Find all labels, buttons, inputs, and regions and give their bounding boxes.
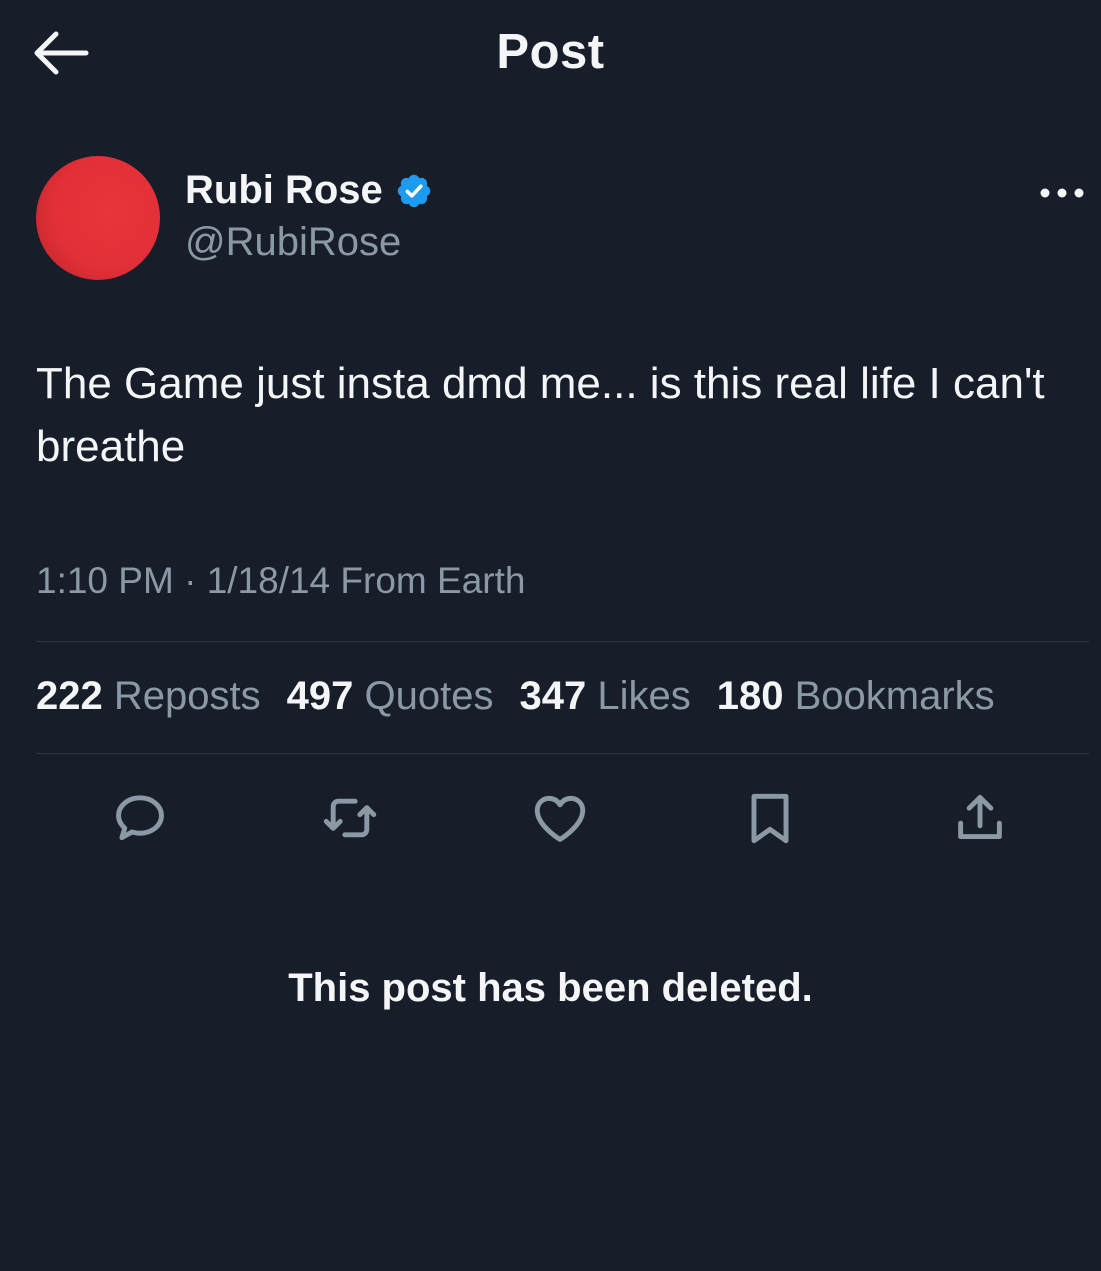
reposts-count: 222 <box>36 674 103 718</box>
deleted-notice: This post has been deleted. <box>288 966 813 1010</box>
bookmarks-label: Bookmarks <box>794 674 995 718</box>
like-button[interactable] <box>528 786 592 850</box>
meta-separator: · <box>184 560 197 601</box>
heart-icon <box>534 795 586 842</box>
quotes-label: Quotes <box>364 674 494 718</box>
bookmarks-count: 180 <box>716 674 784 718</box>
post-metadata: 1:10 PM · 1/18/14 From Earth <box>36 560 525 602</box>
reposts-label: Reposts <box>113 674 261 718</box>
quotes-stat[interactable]: 497 Quotes <box>287 674 494 719</box>
post-source: From Earth <box>340 560 526 601</box>
author-name-label: Rubi Rose <box>185 168 383 212</box>
share-button[interactable] <box>948 786 1012 850</box>
repost-button[interactable] <box>318 786 382 850</box>
reply-icon <box>116 795 164 841</box>
bookmark-icon <box>751 793 789 844</box>
more-options-button[interactable] <box>1036 178 1088 208</box>
author-handle[interactable]: @RubiRose <box>185 220 401 265</box>
avatar[interactable] <box>36 156 160 280</box>
top-bar: Post <box>0 0 1101 110</box>
post-date[interactable]: 1/18/14 <box>207 560 330 601</box>
likes-count: 347 <box>519 674 587 718</box>
likes-stat[interactable]: 347 Likes <box>519 674 690 719</box>
post-page: Post Rubi Rose @RubiRose The Game just i… <box>0 0 1101 1271</box>
repost-icon <box>323 798 377 838</box>
reply-button[interactable] <box>108 786 172 850</box>
verified-badge-icon <box>397 174 431 207</box>
share-icon <box>958 794 1002 840</box>
more-dots-icon <box>1040 188 1084 198</box>
page-title: Post <box>496 25 605 79</box>
author-name[interactable]: Rubi Rose <box>185 168 433 213</box>
divider <box>36 753 1089 754</box>
post-time[interactable]: 1:10 PM <box>36 560 174 601</box>
bookmarks-stat[interactable]: 180 Bookmarks <box>717 674 995 719</box>
quotes-count: 497 <box>286 674 354 718</box>
bookmark-button[interactable] <box>738 786 802 850</box>
post-stats: 222 Reposts 497 Quotes 347 Likes 180 Boo… <box>36 674 1021 719</box>
likes-label: Likes <box>597 674 691 718</box>
reposts-stat[interactable]: 222 Reposts <box>36 674 261 719</box>
divider <box>36 641 1089 642</box>
post-text: The Game just insta dmd me... is this re… <box>36 359 1045 471</box>
